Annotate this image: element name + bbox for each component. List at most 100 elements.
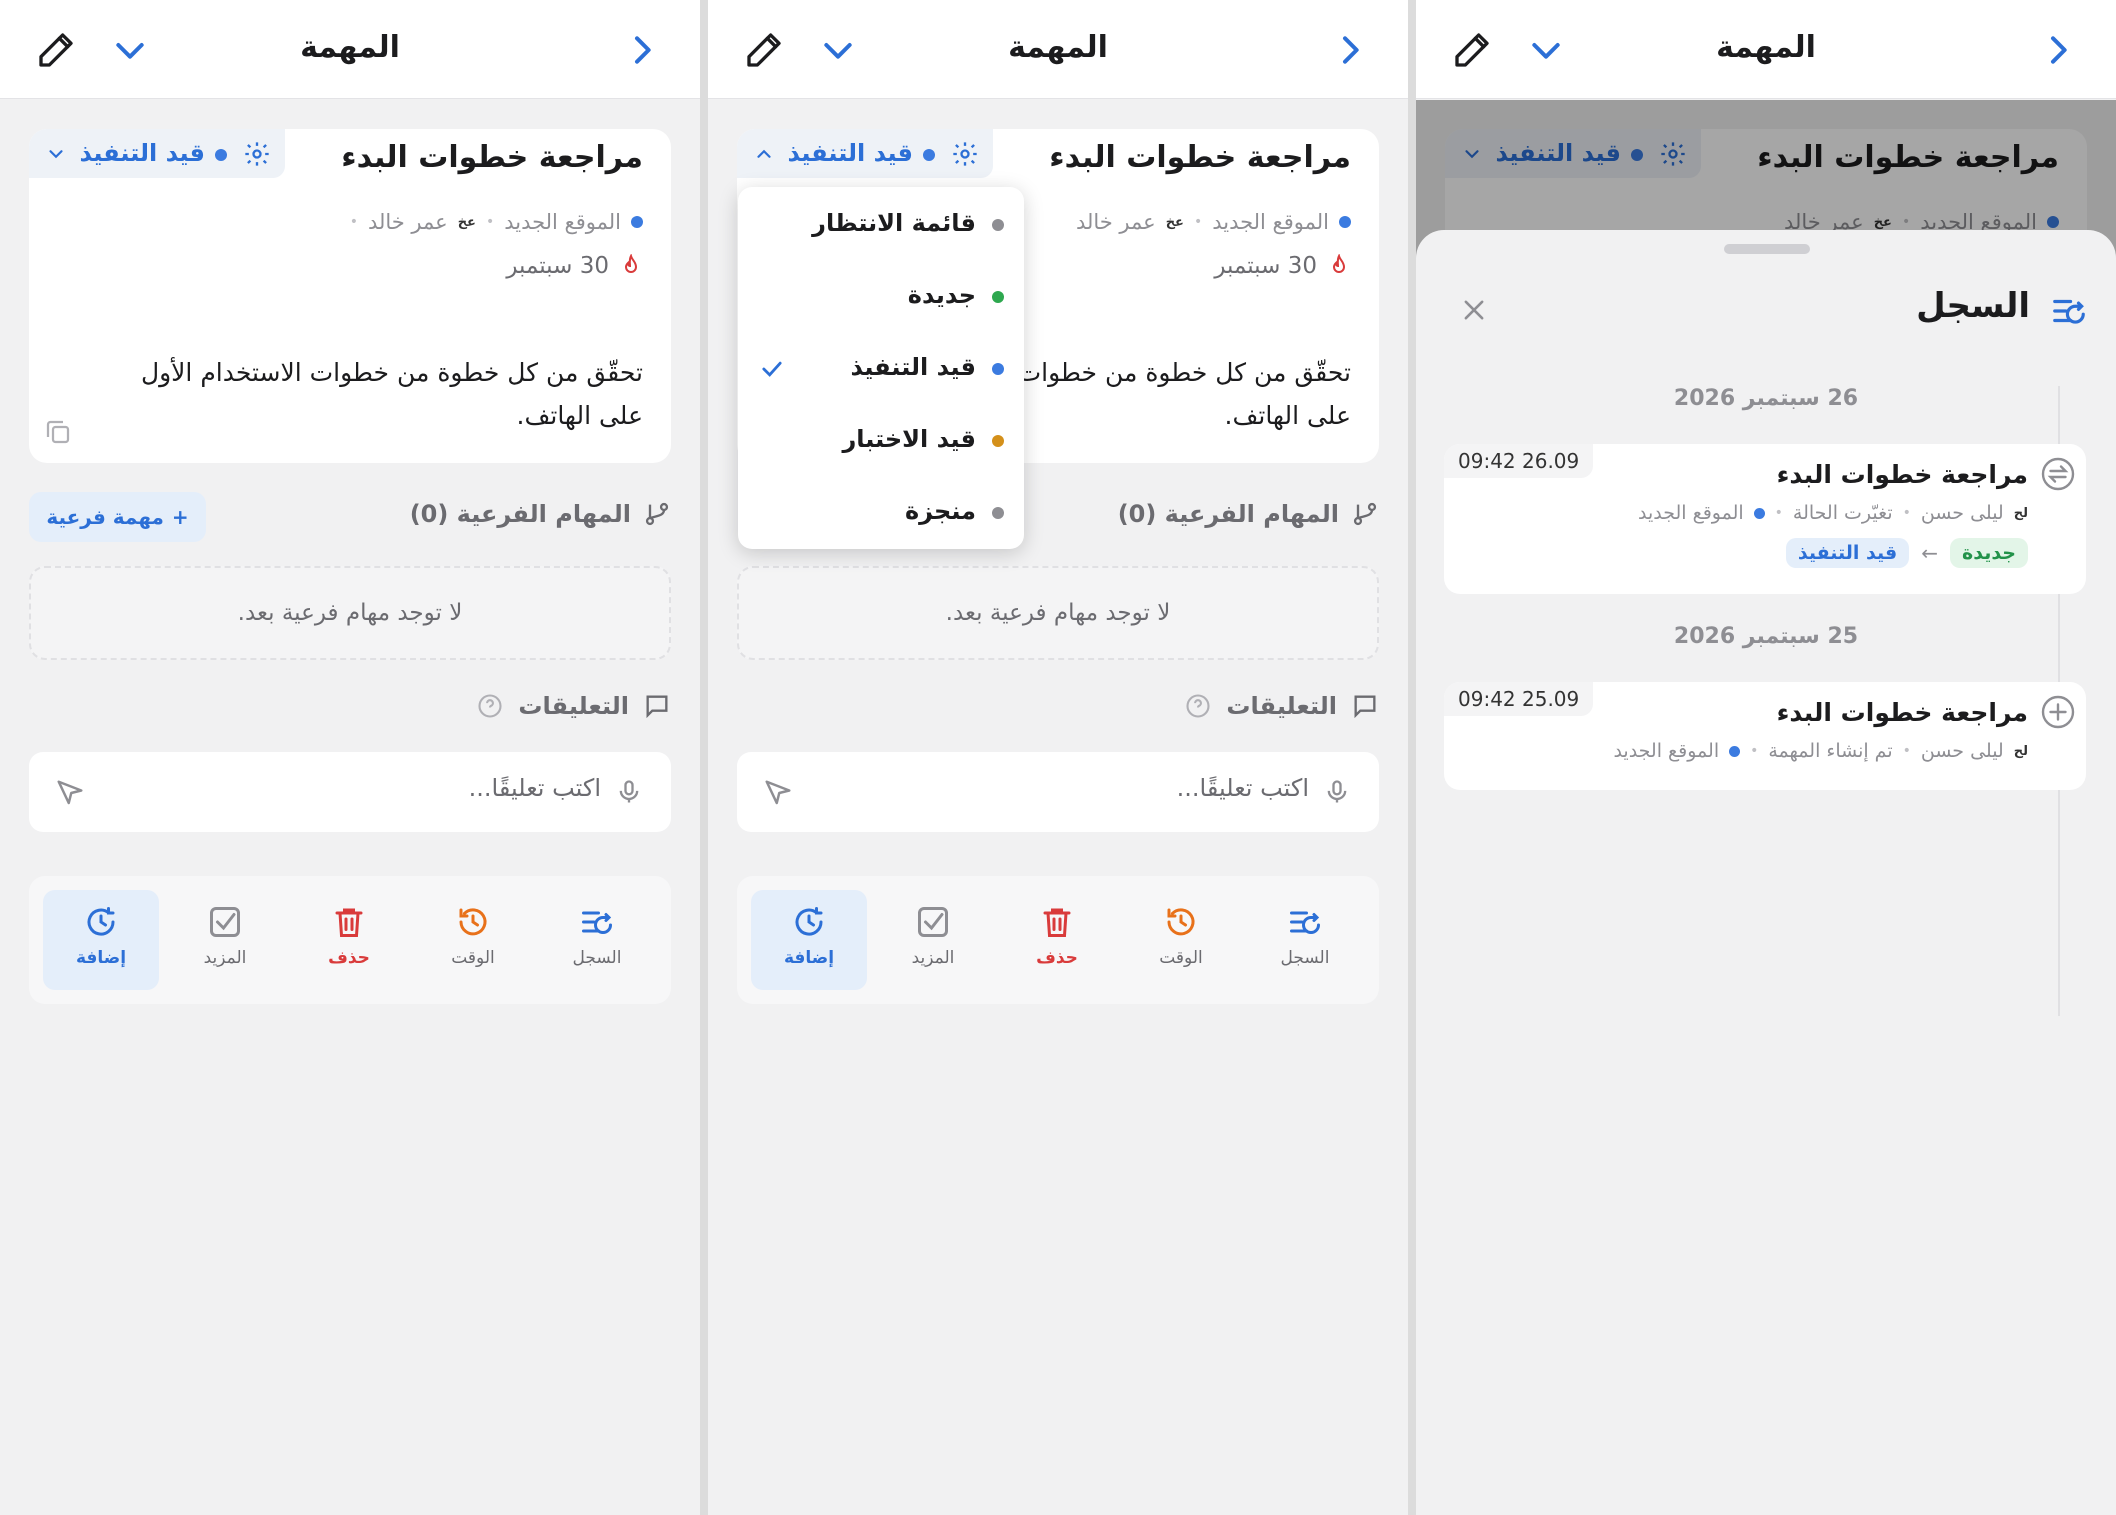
- history-sheet: السجل 26 سبتمبر 2026 09:42 26.09 مراجعة …: [1416, 230, 2116, 1515]
- add-subtask-button[interactable]: + مهمة فرعية: [29, 492, 206, 542]
- history-clock-icon: [1167, 908, 1195, 936]
- entry-user: ليلى حسن: [1920, 740, 2004, 762]
- status-option-new[interactable]: جديدة: [738, 267, 1024, 327]
- microphone-icon[interactable]: [1323, 778, 1351, 806]
- log-button[interactable]: السجل: [539, 890, 655, 990]
- gear-icon[interactable]: [951, 140, 979, 168]
- status-dot: [923, 149, 935, 161]
- status-dot: [992, 435, 1004, 447]
- edit-pencil-icon[interactable]: [36, 30, 76, 70]
- help-icon[interactable]: [476, 692, 504, 720]
- sheet-grabber[interactable]: [1724, 244, 1810, 254]
- log-button[interactable]: السجل: [1247, 890, 1363, 990]
- history-clock-icon: [459, 908, 487, 936]
- status-dropdown: قائمة الانتظار جديدة قيد التنفيذ قيد الا…: [738, 187, 1024, 549]
- add-label: إضافة: [75, 948, 127, 968]
- entry-meta: لح ليلى حسن • تغيّرت الحالة • الموقع الج…: [1638, 502, 2028, 524]
- status-option-label: منجزة: [904, 497, 976, 525]
- assignee-name: عمر خالد: [1075, 210, 1156, 234]
- task-screen-history: المهمة قيد التنفيذ مراجعة خطوات البدء ال…: [1416, 0, 2116, 1515]
- sheet-title: السجل: [1916, 286, 2030, 326]
- chevron-down-icon[interactable]: [110, 30, 150, 70]
- status-option-testing[interactable]: قيد الاختبار: [738, 411, 1024, 471]
- edit-pencil-icon[interactable]: [1452, 30, 1492, 70]
- status-label: قيد التنفيذ: [787, 139, 914, 167]
- assignee-name: عمر خالد: [367, 210, 448, 234]
- more-label: المزيد: [203, 948, 247, 968]
- comment-input[interactable]: اكتب تعليقًا...: [29, 752, 671, 832]
- checkbox-icon: [918, 907, 948, 937]
- add-button[interactable]: إضافة: [751, 890, 867, 990]
- subtasks-header: المهام الفرعية (0): [1118, 500, 1379, 528]
- separator: •: [1193, 214, 1203, 230]
- status-option-done[interactable]: منجزة: [738, 483, 1024, 543]
- chevron-down-icon[interactable]: [818, 30, 858, 70]
- close-icon[interactable]: [1460, 296, 1488, 324]
- more-button[interactable]: المزيد: [875, 890, 991, 990]
- plus-icon: +: [171, 505, 189, 529]
- task-title: مراجعة خطوات البدء: [341, 140, 643, 175]
- list-history-icon: [1290, 911, 1320, 934]
- separator: •: [1750, 743, 1759, 759]
- history-entry: 09:42 26.09 مراجعة خطوات البدء لح ليلى ح…: [1444, 444, 2086, 594]
- comments-header: التعليقات: [476, 692, 671, 720]
- comment-icon: [1354, 695, 1376, 719]
- chevron-right-icon[interactable]: [622, 30, 662, 70]
- status-selector[interactable]: قيد التنفيذ: [29, 129, 285, 178]
- more-button[interactable]: المزيد: [167, 890, 283, 990]
- task-card: قيد التنفيذ مراجعة خطوات البدء الموقع ال…: [29, 129, 671, 463]
- time-button[interactable]: الوقت: [1123, 890, 1239, 990]
- page-title: المهمة: [1716, 30, 1816, 65]
- subtasks-empty: لا توجد مهام فرعية بعد.: [29, 566, 671, 660]
- avatar: عخ: [1165, 214, 1184, 230]
- trash-icon: [1043, 908, 1071, 937]
- send-icon[interactable]: [55, 778, 85, 808]
- due-date-text: 30 سبتمبر: [506, 253, 609, 279]
- chevron-right-icon[interactable]: [2038, 30, 2078, 70]
- timer-add-icon: [87, 907, 115, 936]
- edit-pencil-icon[interactable]: [744, 30, 784, 70]
- old-status-badge: جديدة: [1950, 538, 2028, 568]
- page-title: المهمة: [300, 30, 400, 65]
- send-icon[interactable]: [763, 778, 793, 808]
- status-option-in-progress[interactable]: قيد التنفيذ: [738, 339, 1024, 399]
- action-toolbar: إضافة المزيد حذف الوقت السجل: [737, 876, 1379, 1004]
- delete-button[interactable]: حذف: [999, 890, 1115, 990]
- project-name: الموقع الجديد: [1212, 210, 1329, 234]
- task-meta: الموقع الجديد • عخ عمر خالد: [1076, 207, 1351, 237]
- separator: •: [349, 214, 358, 230]
- time-button[interactable]: الوقت: [415, 890, 531, 990]
- help-icon[interactable]: [1184, 692, 1212, 720]
- chevron-right-icon[interactable]: [1330, 30, 1370, 70]
- separator: •: [1902, 743, 1911, 759]
- comment-input[interactable]: اكتب تعليقًا...: [737, 752, 1379, 832]
- microphone-icon[interactable]: [615, 778, 643, 806]
- plus-circle-icon: [2040, 694, 2076, 730]
- gear-icon[interactable]: [243, 140, 271, 168]
- comment-placeholder: اكتب تعليقًا...: [1176, 774, 1309, 802]
- copy-icon[interactable]: [43, 417, 73, 447]
- comments-header: التعليقات: [1184, 692, 1379, 720]
- delete-button[interactable]: حذف: [291, 890, 407, 990]
- status-label: قيد التنفيذ: [79, 139, 206, 167]
- list-history-icon: [582, 911, 612, 934]
- trash-icon: [335, 908, 363, 937]
- status-selector[interactable]: قيد التنفيذ: [737, 129, 993, 178]
- status-dot: [992, 363, 1004, 375]
- log-label: السجل: [572, 948, 622, 968]
- subtasks-label: المهام الفرعية (0): [1117, 500, 1339, 528]
- separator: •: [1774, 505, 1783, 521]
- checkbox-icon: [210, 907, 240, 937]
- avatar: لح: [2013, 743, 2028, 759]
- avatar: عخ: [457, 214, 476, 230]
- status-option-waiting[interactable]: قائمة الانتظار: [738, 195, 1024, 255]
- chevron-down-icon[interactable]: [1526, 30, 1566, 70]
- entry-project: الموقع الجديد: [1637, 502, 1744, 524]
- project-dot: [1729, 745, 1741, 757]
- add-button[interactable]: إضافة: [43, 890, 159, 990]
- date-header: 25 سبتمبر 2026: [1673, 624, 1859, 649]
- subtasks-header: المهام الفرعية (0): [410, 500, 671, 528]
- action-toolbar: إضافة المزيد حذف الوقت السجل: [29, 876, 671, 1004]
- status-change: جديدة ← قيد التنفيذ: [1785, 538, 2028, 568]
- history-entry: 09:42 25.09 مراجعة خطوات البدء لح ليلى ح…: [1444, 682, 2086, 790]
